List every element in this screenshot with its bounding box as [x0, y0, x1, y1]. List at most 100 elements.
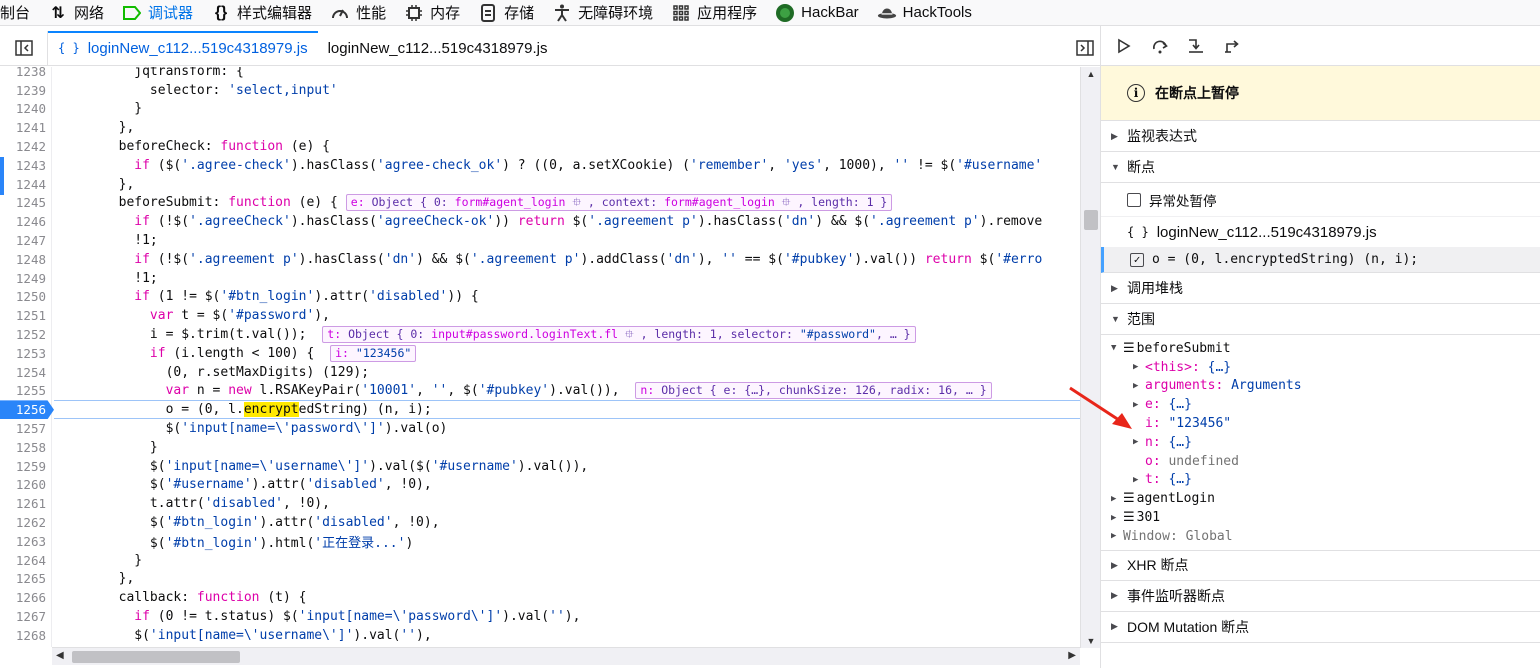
scope-var-n[interactable]: ▶ n: {…}	[1101, 433, 1540, 452]
tab-debugger[interactable]: 调试器	[113, 0, 202, 26]
debugger-controls	[1101, 26, 1540, 66]
scope-301[interactable]: ▶ ☰ 301	[1101, 508, 1540, 527]
event-listener-breakpoints-header[interactable]: ▶ 事件监听器断点	[1101, 581, 1540, 612]
step-out-icon	[1225, 39, 1239, 53]
tab-console[interactable]: 制台	[0, 0, 39, 26]
scope-var-arguments[interactable]: ▶ arguments: Arguments	[1101, 377, 1540, 396]
code-line-breakpoint[interactable]: 1256 o = (0, l.encryptedString) (n, i);	[0, 400, 1080, 420]
code-line[interactable]: 1239 selector: 'select,input'	[0, 81, 1080, 100]
tab-style-editor[interactable]: {} 样式编辑器	[202, 0, 321, 26]
step-over-button[interactable]	[1149, 35, 1171, 57]
code-line[interactable]: 1240 }	[0, 100, 1080, 119]
code-line[interactable]: 1265 },	[0, 570, 1080, 589]
code-line[interactable]: 1248 if (!$('.agreement p').hasClass('dn…	[0, 250, 1080, 269]
inline-preview-i[interactable]: i: "123456"	[330, 344, 417, 362]
code-line[interactable]: 1243 if ($('.agree-check').hasClass('agr…	[0, 156, 1080, 175]
code-line[interactable]: 1263 $('#btn_login').html('正在登录...')	[0, 532, 1080, 551]
performance-icon	[330, 3, 350, 23]
tab-application[interactable]: 应用程序	[662, 0, 766, 26]
code-line[interactable]: 1251 var t = $('#password'),	[0, 306, 1080, 325]
code-line[interactable]: 1257 $('input[name=\'password\']').val(o…	[0, 419, 1080, 438]
code-line[interactable]: 1241 },	[0, 118, 1080, 137]
inline-preview-t[interactable]: t: Object { 0: input#password.loginText.…	[322, 326, 916, 344]
tab-memory[interactable]: 内存	[395, 0, 469, 26]
scope-var-this[interactable]: ▶ <this>: {…}	[1101, 358, 1540, 377]
scope-var-o[interactable]: o: undefined	[1101, 452, 1540, 471]
toggle-debugger-pane-button[interactable]	[1070, 31, 1100, 65]
scroll-down-icon[interactable]: ▼	[1081, 636, 1101, 646]
expand-arrow-icon: ▶	[1111, 130, 1118, 141]
tab-hacktools[interactable]: HackTools	[868, 0, 981, 26]
inline-preview-n[interactable]: n: Object { e: {…}, chunkSize: 126, radi…	[635, 382, 992, 400]
code-line[interactable]: 1247 !1;	[0, 231, 1080, 250]
editor-tab-active[interactable]: { } loginNew_c112...519c4318979.js	[48, 31, 318, 65]
sidebar-toggle-icon	[14, 40, 33, 56]
step-out-button[interactable]	[1221, 35, 1243, 57]
scope-var-e[interactable]: ▶ e: {…}	[1101, 395, 1540, 414]
tab-hackbar[interactable]: HackBar	[766, 0, 868, 26]
expand-arrow-icon: ▶	[1133, 362, 1139, 373]
pause-on-exceptions-row[interactable]: 异常处暂停	[1101, 183, 1540, 217]
info-icon: i	[1127, 84, 1145, 102]
resume-button[interactable]	[1113, 35, 1135, 57]
call-stack-header[interactable]: ▶ 调用堆栈	[1101, 273, 1540, 304]
code-line[interactable]: 1255 var n = new l.RSAKeyPair('10001', '…	[0, 382, 1080, 401]
code-vertical-scrollbar[interactable]: ▲ ▼	[1080, 67, 1100, 648]
tab-accessibility[interactable]: 无障碍环境	[543, 0, 662, 26]
block-scope-icon: ☰	[1123, 491, 1135, 507]
scroll-up-icon[interactable]: ▲	[1081, 69, 1101, 79]
scrollbar-thumb[interactable]	[1084, 210, 1098, 230]
scope-var-t[interactable]: ▶ t: {…}	[1101, 471, 1540, 490]
toggle-sources-pane-button[interactable]	[0, 31, 48, 65]
scopes-tree: ▼ ☰ beforeSubmit ▶ <this>: {…} ▶ arguments: …	[1101, 335, 1540, 546]
step-in-button[interactable]	[1185, 35, 1207, 57]
breakpoint-entry[interactable]: ✓ o = (0, l.encryptedString) (n, i);	[1101, 247, 1540, 273]
code-line[interactable]: 1266 callback: function (t) {	[0, 588, 1080, 607]
code-horizontal-scrollbar[interactable]: ◀ ▶	[52, 647, 1080, 665]
code-line[interactable]: 1242 beforeCheck: function (e) {	[0, 137, 1080, 156]
code-line[interactable]: 1244 },	[0, 175, 1080, 194]
pause-on-exceptions-checkbox[interactable]	[1127, 192, 1141, 207]
debugger-side-panel: i 在断点上暂停 ▶ 监视表达式 ▼ 断点 异常处暂停 { } loginNew…	[1100, 26, 1540, 668]
watch-expressions-header[interactable]: ▶ 监视表达式	[1101, 121, 1540, 152]
code-line[interactable]: 1267 if (0 != t.status) $('input[name=\'…	[0, 607, 1080, 626]
code-editor[interactable]: 1238 jqtransform: { 1239 selector: 'sele…	[0, 67, 1080, 647]
code-line[interactable]: 1253 if (i.length < 100) { i: "123456"	[0, 344, 1080, 363]
application-icon	[671, 3, 691, 23]
scope-agentlogin[interactable]: ▶ ☰ agentLogin	[1101, 489, 1540, 508]
dom-mutation-breakpoints-header[interactable]: ▶ DOM Mutation 断点	[1101, 612, 1540, 643]
code-line[interactable]: 1250 if (1 != $('#btn_login').attr('disa…	[0, 288, 1080, 307]
code-line[interactable]: 1238 jqtransform: {	[0, 67, 1080, 81]
code-line[interactable]: 1259 $('input[name=\'username\']').val($…	[0, 457, 1080, 476]
code-line[interactable]: 1261 t.attr('disabled', !0),	[0, 494, 1080, 513]
hacktools-icon	[877, 3, 897, 23]
code-line[interactable]: 1252 i = $.trim(t.val()); t: Object { 0:…	[0, 325, 1080, 344]
code-line[interactable]: 1258 }	[0, 438, 1080, 457]
breakpoint-source-file[interactable]: { } loginNew_c112...519c4318979.js	[1101, 217, 1540, 247]
code-line[interactable]: 1268 $('input[name=\'username\']').val('…	[0, 626, 1080, 645]
xhr-breakpoints-header[interactable]: ▶ XHR 断点	[1101, 549, 1540, 581]
code-line[interactable]: 1260 $('#username').attr('disabled', !0)…	[0, 476, 1080, 495]
scroll-right-icon[interactable]: ▶	[1068, 650, 1076, 661]
tab-network[interactable]: ⇅ 网络	[39, 0, 113, 26]
tab-performance[interactable]: 性能	[321, 0, 395, 26]
resume-icon	[1118, 38, 1131, 53]
scope-window[interactable]: ▶ Window: Global	[1101, 527, 1540, 546]
scope-var-i[interactable]: i: "123456"	[1101, 414, 1540, 433]
scope-block[interactable]: ▼ ☰ beforeSubmit	[1101, 339, 1540, 358]
code-line[interactable]: 1249 !1;	[0, 269, 1080, 288]
code-line[interactable]: 1262 $('#btn_login').attr('disabled', !0…	[0, 513, 1080, 532]
scrollbar-thumb[interactable]	[72, 651, 240, 663]
devtools-toolbar: 制台 ⇅ 网络 调试器 {} 样式编辑器 性能 内存 存储 无障碍环境 应用程序…	[0, 0, 1540, 26]
tab-storage[interactable]: 存储	[469, 0, 543, 26]
code-line[interactable]: 1254 (0, r.setMaxDigits) (129);	[0, 363, 1080, 382]
scopes-header[interactable]: ▼ 范围	[1101, 304, 1540, 335]
code-line[interactable]: 1246 if (!$('.agreeCheck').hasClass('agr…	[0, 212, 1080, 231]
breakpoints-header[interactable]: ▼ 断点	[1101, 152, 1540, 183]
code-line[interactable]: 1245 beforeSubmit: function (e) {e: Obje…	[0, 194, 1080, 213]
code-line[interactable]: 1264 }	[0, 551, 1080, 570]
editor-tab[interactable]: loginNew_c112...519c4318979.js	[318, 31, 558, 65]
breakpoint-checkbox[interactable]: ✓	[1130, 252, 1144, 267]
scroll-left-icon[interactable]: ◀	[56, 650, 64, 661]
inline-preview-e[interactable]: e: Object { 0: form#agent_login ⯐ , cont…	[345, 194, 893, 212]
